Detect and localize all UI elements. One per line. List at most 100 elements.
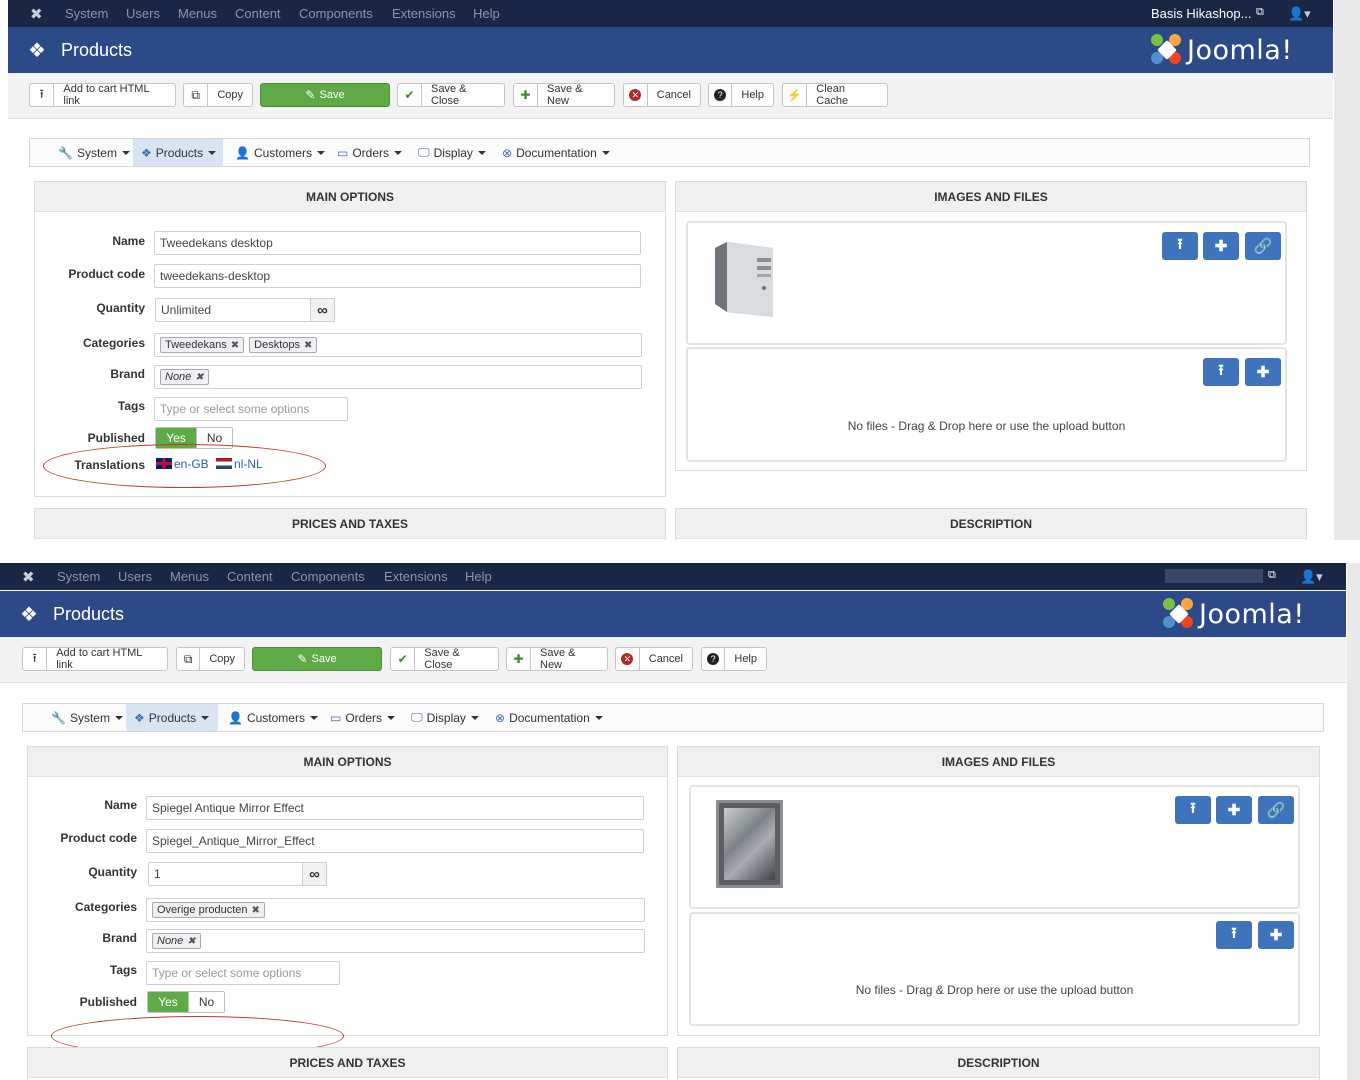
product-image[interactable]: [715, 242, 773, 317]
topnav-system[interactable]: System: [57, 569, 100, 584]
clean-cache-button[interactable]: ⚡ Clean Cache: [782, 83, 888, 107]
user-icon[interactable]: 👤▾: [1288, 6, 1311, 22]
joomla-x-icon[interactable]: ✖: [22, 568, 35, 586]
infinity-button[interactable]: ∞: [302, 862, 327, 886]
categories-field[interactable]: Tweedekans ✖ Desktops ✖: [154, 333, 642, 357]
topnav-components[interactable]: Components: [299, 6, 373, 21]
infinity-button[interactable]: ∞: [310, 298, 335, 322]
cubes-icon: ❖: [20, 604, 38, 626]
hknav-customers[interactable]: 👤 Customers: [220, 704, 326, 731]
topnav-users[interactable]: Users: [118, 569, 152, 584]
tags-input[interactable]: Type or select some options: [154, 397, 348, 421]
quantity-input[interactable]: 1: [148, 862, 304, 886]
hknav-products[interactable]: ❖ Products: [133, 139, 223, 166]
upload-image-button[interactable]: ⭱: [1175, 796, 1211, 824]
product-code-input[interactable]: tweedekans-desktop: [154, 264, 641, 288]
remove-icon[interactable]: ✖: [231, 340, 239, 351]
hknav-system[interactable]: 🔧 System: [50, 139, 138, 166]
save-close-button[interactable]: ✔ Save & Close: [397, 83, 505, 107]
brand-field[interactable]: None ✖: [146, 929, 645, 953]
brand-field[interactable]: None ✖: [154, 365, 642, 389]
topnav-help[interactable]: Help: [473, 6, 500, 21]
topnav-components[interactable]: Components: [291, 569, 365, 584]
category-chip[interactable]: Tweedekans ✖: [160, 337, 245, 353]
hknav-orders[interactable]: ▭ Orders: [322, 704, 403, 731]
topnav-content[interactable]: Content: [227, 569, 273, 584]
hknav-documentation[interactable]: ⊗ Documentation: [487, 704, 611, 731]
remove-icon[interactable]: ✖: [195, 372, 203, 383]
joomla-x-icon[interactable]: ✖: [30, 5, 43, 23]
hknav-customers[interactable]: 👤 Customers: [227, 139, 333, 166]
brand-chip[interactable]: None ✖: [152, 933, 201, 949]
blurred-site-link[interactable]: [1165, 569, 1263, 583]
remove-icon[interactable]: ✖: [187, 936, 195, 947]
copy-button[interactable]: ⧉ Copy: [183, 83, 253, 107]
link-image-button[interactable]: 🔗: [1258, 796, 1294, 824]
save-button[interactable]: ✎ Save: [260, 83, 390, 107]
add-to-cart-html-button[interactable]: ⭱ Add to cart HTML link: [29, 83, 176, 107]
category-chip[interactable]: Overige producten ✖: [152, 902, 265, 918]
category-chip[interactable]: Desktops ✖: [249, 337, 318, 353]
published-yes[interactable]: Yes: [148, 992, 188, 1012]
name-input[interactable]: Tweedekans desktop: [154, 231, 641, 255]
upload-file-button[interactable]: ⭱: [1203, 358, 1239, 386]
published-toggle[interactable]: Yes No: [147, 991, 225, 1013]
topnav-content[interactable]: Content: [235, 6, 281, 21]
add-file-button[interactable]: ✚: [1258, 921, 1294, 949]
user-icon[interactable]: 👤▾: [1300, 569, 1323, 585]
quantity-input[interactable]: Unlimited: [155, 298, 311, 322]
panel-title: PRICES AND TAXES: [35, 509, 665, 539]
topnav-menus[interactable]: Menus: [170, 569, 209, 584]
link-image-button[interactable]: 🔗: [1245, 232, 1281, 260]
admin-topnav: ✖ System Users Menus Content Components …: [8, 0, 1333, 27]
label-quantity: Quantity: [88, 865, 137, 879]
brand-chip[interactable]: None ✖: [160, 369, 209, 385]
hknav-documentation[interactable]: ⊗ Documentation: [494, 139, 618, 166]
add-image-button[interactable]: ✚: [1203, 232, 1239, 260]
topnav-menus[interactable]: Menus: [178, 6, 217, 21]
remove-icon[interactable]: ✖: [252, 905, 260, 916]
hknav-display[interactable]: 🖵 Display: [403, 704, 487, 731]
external-link-icon[interactable]: ⧉: [1256, 6, 1264, 19]
save-close-button[interactable]: ✔ Save & Close: [390, 647, 499, 671]
scrollbar[interactable]: [1334, 0, 1360, 540]
topnav-system[interactable]: System: [65, 6, 108, 21]
upload-image-button[interactable]: ⭱: [1162, 232, 1198, 260]
add-image-button[interactable]: ✚: [1216, 796, 1252, 824]
copy-button[interactable]: ⧉ Copy: [176, 647, 245, 671]
add-file-button[interactable]: ✚: [1245, 358, 1281, 386]
mirror-image[interactable]: [716, 800, 783, 888]
label-categories: Categories: [82, 336, 145, 350]
hknav-products[interactable]: ❖ Products: [126, 704, 218, 731]
published-no[interactable]: No: [188, 992, 224, 1012]
topnav-users[interactable]: Users: [126, 6, 160, 21]
hknav-system[interactable]: 🔧 System: [43, 704, 131, 731]
upload-icon: ⭱: [30, 84, 55, 106]
save-new-button[interactable]: ✚ Save & New: [506, 647, 608, 671]
hknav-orders[interactable]: ▭ Orders: [329, 139, 410, 166]
label-published: Published: [87, 431, 145, 445]
categories-field[interactable]: Overige producten ✖: [146, 898, 645, 922]
remove-icon[interactable]: ✖: [304, 340, 312, 351]
site-link[interactable]: Basis Hikashop...: [1151, 6, 1251, 21]
add-to-cart-html-button[interactable]: ⭱ Add to cart HTML link: [22, 647, 168, 671]
topnav-help[interactable]: Help: [465, 569, 492, 584]
upload-icon: ⭱: [23, 648, 48, 670]
save-button[interactable]: ✎ Save: [252, 647, 382, 671]
cancel-button[interactable]: ✕ Cancel: [615, 647, 693, 671]
tags-input[interactable]: Type or select some options: [146, 961, 340, 985]
topnav-extensions[interactable]: Extensions: [392, 6, 456, 21]
help-button[interactable]: ? Help: [708, 83, 774, 107]
hknav-display[interactable]: 🖵 Display: [410, 139, 494, 166]
external-link-icon[interactable]: ⧉: [1268, 569, 1276, 582]
copy-icon: ⧉: [184, 84, 209, 106]
name-input[interactable]: Spiegel Antique Mirror Effect: [146, 796, 644, 820]
upload-file-button[interactable]: ⭱: [1216, 921, 1252, 949]
save-new-button[interactable]: ✚ Save & New: [513, 83, 615, 107]
topnav-extensions[interactable]: Extensions: [384, 569, 448, 584]
help-button[interactable]: ? Help: [701, 647, 767, 671]
product-code-input[interactable]: Spiegel_Antique_Mirror_Effect: [146, 829, 644, 853]
label-name: Name: [104, 798, 137, 812]
scrollbar[interactable]: [1347, 563, 1360, 1080]
cancel-button[interactable]: ✕ Cancel: [623, 83, 701, 107]
